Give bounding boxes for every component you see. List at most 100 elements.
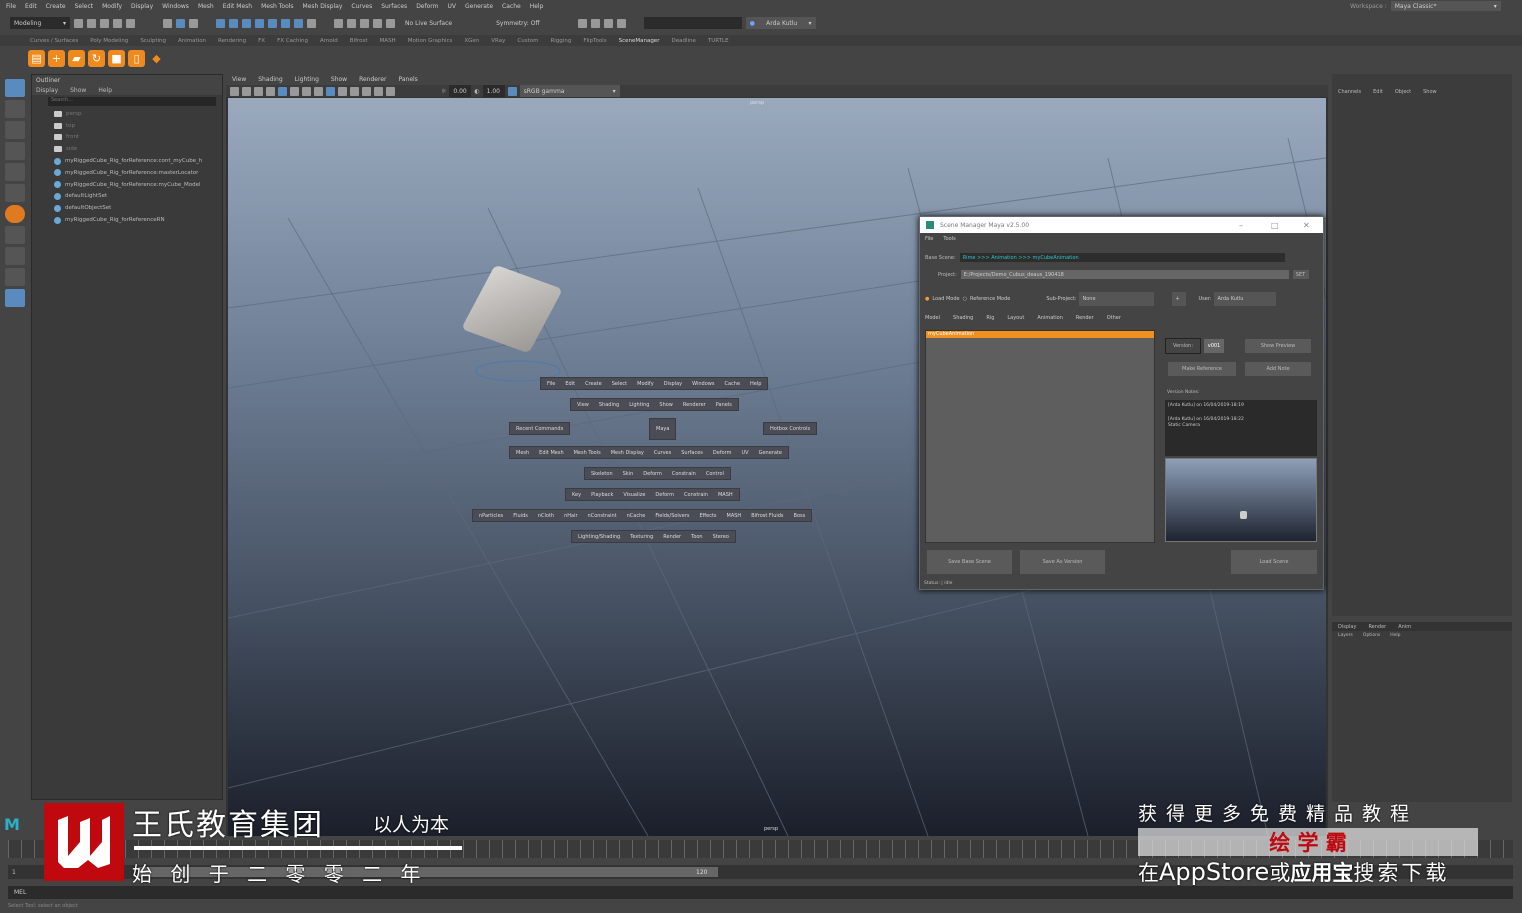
shelf-tab[interactable]: FX bbox=[258, 38, 265, 44]
channel-box-menu-item[interactable]: Show bbox=[1423, 89, 1437, 95]
shelf-tab[interactable]: Poly Modeling bbox=[90, 38, 128, 44]
menu-item[interactable]: Mesh Tools bbox=[261, 3, 293, 10]
hotbox-item[interactable]: nCache bbox=[627, 513, 646, 519]
hypershade-icon[interactable] bbox=[386, 18, 395, 28]
select-hierarchy-icon[interactable] bbox=[163, 18, 172, 28]
make-reference-button[interactable]: Make Reference bbox=[1168, 362, 1236, 376]
shelf-tab[interactable]: SceneManager bbox=[619, 38, 660, 44]
hotbox-item[interactable]: UV bbox=[741, 450, 748, 456]
hotbox-item[interactable]: Help bbox=[750, 381, 761, 387]
hotbox-item[interactable]: Constrain bbox=[672, 471, 696, 477]
hotbox-item[interactable]: Create bbox=[585, 381, 602, 387]
project-field[interactable]: E:/Projects/Demo_Cubus_deaus_190418 bbox=[960, 270, 1289, 279]
shelf-tab[interactable]: Sculpting bbox=[140, 38, 166, 44]
hotbox-item[interactable]: Constrain bbox=[684, 492, 708, 498]
category-tab[interactable]: Rig bbox=[986, 315, 994, 321]
category-tab[interactable]: Layout bbox=[1007, 315, 1024, 321]
category-tab[interactable]: Animation bbox=[1037, 315, 1063, 321]
hotbox-recent-commands[interactable]: Recent Commands bbox=[509, 422, 571, 435]
move-tool-icon[interactable] bbox=[5, 142, 25, 160]
menu-item[interactable]: Windows bbox=[162, 3, 189, 10]
hotbox-item[interactable]: Bifrost Fluids bbox=[751, 513, 783, 519]
shelf-tab[interactable]: VRay bbox=[491, 38, 505, 44]
hotbox-item[interactable]: Curves bbox=[654, 450, 671, 456]
category-tab[interactable]: Shading bbox=[953, 315, 973, 321]
outliner-item[interactable]: side bbox=[32, 143, 222, 155]
hotbox-item[interactable]: Modify bbox=[637, 381, 654, 387]
shelf-tab[interactable]: Rendering bbox=[218, 38, 246, 44]
exposure-field[interactable]: 0.00 bbox=[449, 85, 472, 97]
camera-select-icon[interactable] bbox=[230, 86, 239, 96]
hotbox-item[interactable]: nCloth bbox=[538, 513, 554, 519]
snap-surface-icon[interactable] bbox=[268, 18, 277, 28]
ipr-icon[interactable] bbox=[360, 18, 369, 28]
bookmark-icon[interactable] bbox=[254, 86, 263, 96]
hotbox-item[interactable]: Edit bbox=[565, 381, 575, 387]
layer-editor-tab[interactable]: Render bbox=[1368, 624, 1386, 630]
shelf-tab[interactable]: FlipTools bbox=[583, 38, 606, 44]
shelf-tab[interactable]: Deadline bbox=[671, 38, 695, 44]
hotbox-item[interactable]: Fluids bbox=[513, 513, 528, 519]
scene-manager-menu-item[interactable]: Tools bbox=[943, 236, 955, 242]
symmetry-label[interactable]: Symmetry: Off bbox=[496, 20, 539, 27]
hotbox-item[interactable]: Toon bbox=[691, 534, 703, 540]
shelf-tab[interactable]: MASH bbox=[380, 38, 396, 44]
xray-icon[interactable] bbox=[386, 86, 395, 96]
shelf-tab[interactable]: Rigging bbox=[550, 38, 571, 44]
category-tab[interactable]: Model bbox=[925, 315, 940, 321]
gamma-field[interactable]: 1.00 bbox=[482, 85, 505, 97]
paint-select-icon[interactable] bbox=[5, 121, 25, 139]
shelf-tab[interactable]: TURTLE bbox=[708, 38, 729, 44]
layout-two-icon[interactable] bbox=[603, 18, 613, 28]
hotbox-item[interactable]: Mesh Tools bbox=[574, 450, 601, 456]
workspace-selector[interactable]: Maya Classic* ▾ bbox=[1390, 1, 1501, 11]
scene-list-item[interactable]: myCubeAnimation bbox=[926, 331, 1154, 338]
shelf-tab[interactable]: Custom bbox=[517, 38, 538, 44]
reference-mode-radio[interactable]: ○ bbox=[963, 296, 967, 302]
save-icon[interactable]: ▤ bbox=[28, 49, 45, 67]
load-scene-button[interactable]: Load Scene bbox=[1231, 550, 1317, 574]
hotbox-item[interactable]: Renderer bbox=[683, 402, 706, 408]
textured-icon[interactable] bbox=[338, 86, 347, 96]
range-start[interactable]: 1 bbox=[8, 869, 38, 876]
layer-editor-tab[interactable]: Display bbox=[1338, 624, 1356, 630]
outliner-item[interactable]: top bbox=[32, 120, 222, 132]
rotate-tool-icon[interactable] bbox=[5, 163, 25, 181]
menu-item[interactable]: Generate bbox=[465, 3, 493, 10]
snap-live-icon[interactable] bbox=[281, 18, 290, 28]
scale-tool-icon[interactable] bbox=[5, 184, 25, 202]
hotbox-item[interactable]: MASH bbox=[727, 513, 742, 519]
hotbox-item[interactable]: Playback bbox=[591, 492, 613, 498]
snap-pivot-icon[interactable] bbox=[294, 18, 303, 28]
menu-item[interactable]: Help bbox=[530, 3, 544, 10]
channel-box-menu-item[interactable]: Channels bbox=[1338, 89, 1361, 95]
plus-icon[interactable]: + bbox=[48, 49, 65, 67]
open-scene-icon[interactable] bbox=[87, 18, 96, 28]
outliner-item[interactable]: myRiggedCube_Rig_forReferenceRN bbox=[32, 214, 222, 226]
command-search-input[interactable] bbox=[643, 17, 742, 29]
render-sphere-icon[interactable] bbox=[5, 205, 25, 223]
smooth-shade-icon[interactable] bbox=[326, 86, 335, 96]
outliner-item[interactable]: persp bbox=[32, 108, 222, 120]
shelf-tab[interactable]: XGen bbox=[464, 38, 479, 44]
save-as-version-button[interactable]: Save As Version bbox=[1020, 550, 1105, 574]
hotbox-item[interactable]: Skeleton bbox=[591, 471, 613, 477]
view-transform-select[interactable]: sRGB gamma ▾ bbox=[519, 85, 620, 97]
hotbox-item[interactable]: Skin bbox=[623, 471, 634, 477]
camera-attr-icon[interactable] bbox=[242, 86, 251, 96]
save-base-scene-button[interactable]: Save Base Scene bbox=[927, 550, 1012, 574]
image-plane-icon[interactable] bbox=[266, 86, 275, 96]
outliner-menu-item[interactable]: Help bbox=[98, 87, 112, 94]
shelf-tab[interactable]: Curves / Surfaces bbox=[30, 38, 78, 44]
hotbox-item[interactable]: Render bbox=[663, 534, 681, 540]
snap-curve-icon[interactable] bbox=[229, 18, 238, 28]
layer-editor-menu-item[interactable]: Help bbox=[1390, 633, 1400, 638]
menu-item[interactable]: Display bbox=[131, 3, 153, 10]
grid-icon[interactable] bbox=[278, 86, 287, 96]
folder-icon[interactable]: ▰ bbox=[68, 49, 85, 67]
hotbox-item[interactable]: Key bbox=[572, 492, 581, 498]
close-icon[interactable]: ✕ bbox=[1303, 221, 1323, 230]
outliner-item[interactable]: defaultLightSet bbox=[32, 191, 222, 203]
hotbox-item[interactable]: File bbox=[547, 381, 555, 387]
menu-item[interactable]: UV bbox=[448, 3, 457, 10]
